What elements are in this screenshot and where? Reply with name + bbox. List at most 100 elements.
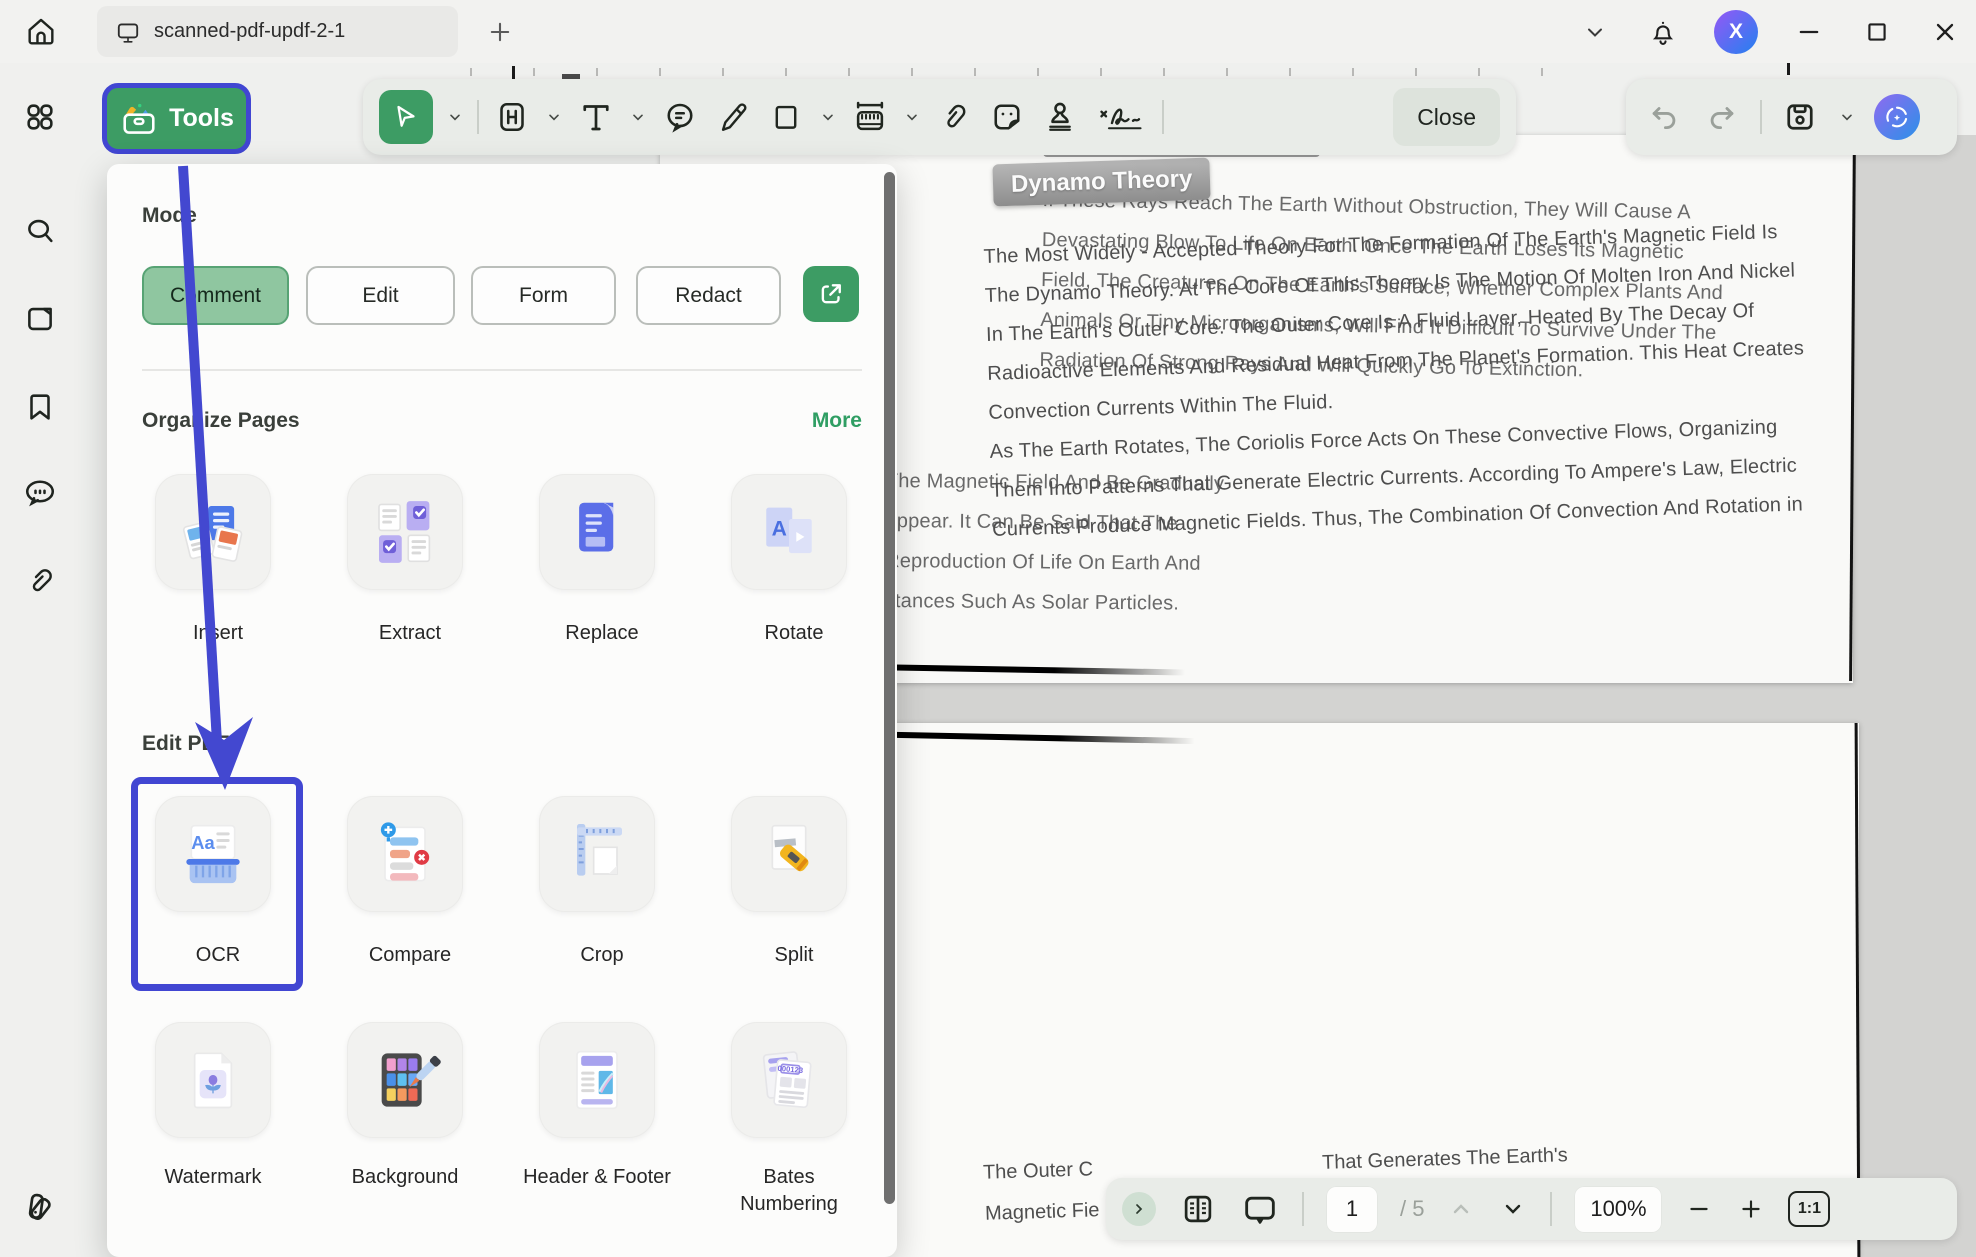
actual-size-button[interactable]: 1:1 (1788, 1191, 1830, 1227)
sidebar-item-appearance[interactable] (18, 1185, 62, 1229)
tile-split[interactable] (731, 796, 847, 912)
tile-header-footer[interactable] (539, 1022, 655, 1138)
zoom-in-button[interactable] (1736, 1189, 1766, 1229)
page-layout-button[interactable] (1178, 1189, 1218, 1229)
page-navigation-toolbar: 1 / 5 100% 1:1 (1106, 1178, 1957, 1240)
svg-text:A: A (772, 517, 787, 540)
previous-page-button[interactable] (1446, 1189, 1476, 1229)
split-icon (749, 814, 829, 894)
toolbar-separator (1760, 100, 1762, 134)
mode-form-button[interactable]: Form (471, 266, 616, 325)
user-avatar[interactable]: X (1714, 10, 1758, 54)
tile-insert[interactable] (155, 474, 271, 590)
note-tool-button[interactable] (660, 97, 700, 137)
sticker-tool-button[interactable] (987, 97, 1027, 137)
sidebar-item-bookmarks[interactable] (18, 385, 62, 429)
pen-icon (716, 100, 750, 134)
measure-tool-button[interactable] (850, 97, 890, 137)
redo-button[interactable] (1702, 97, 1742, 137)
tile-background[interactable] (347, 1022, 463, 1138)
stamp-tool-button[interactable] (1040, 97, 1080, 137)
sidebar-item-search[interactable] (18, 209, 62, 253)
select-tool-dropdown[interactable] (446, 97, 464, 137)
tile-label-crop: Crop (517, 942, 687, 969)
organize-section-title: Organize Pages (142, 409, 300, 433)
tile-label-watermark: Watermark (133, 1164, 293, 1191)
home-button[interactable] (18, 9, 64, 55)
organize-more-link[interactable]: More (812, 409, 862, 433)
zoom-level-input[interactable]: 100% (1574, 1186, 1662, 1233)
measure-icon (851, 98, 889, 136)
header-footer-icon (557, 1040, 637, 1120)
color-palette-icon (22, 1189, 58, 1225)
close-window-button[interactable] (1928, 15, 1962, 49)
tile-label-ocr: OCR (133, 942, 303, 969)
minimize-button[interactable] (1792, 15, 1826, 49)
section-heading-badge: Dynamo Theory (992, 158, 1211, 207)
document-tab[interactable]: scanned-pdf-updf-2-1 (97, 6, 458, 57)
svg-text:Aa: Aa (191, 832, 215, 853)
signature-tool-button[interactable] (1093, 97, 1149, 137)
mode-redact-button[interactable]: Redact (636, 266, 781, 325)
save-button[interactable] (1780, 97, 1820, 137)
page-number-input[interactable]: 1 (1326, 1186, 1378, 1233)
tile-bates-numbering[interactable]: 000123 (731, 1022, 847, 1138)
pen-tool-button[interactable] (713, 97, 753, 137)
expand-sidebar-button[interactable] (1122, 1192, 1156, 1226)
left-sidebar (0, 63, 80, 1257)
close-toolbar-button[interactable]: Close (1393, 88, 1500, 146)
toolbar-separator (477, 100, 479, 134)
toolbar-separator (1550, 1192, 1552, 1226)
tile-rotate[interactable]: A (731, 474, 847, 590)
presentation-button[interactable] (1240, 1189, 1280, 1229)
maximize-button[interactable] (1860, 15, 1894, 49)
text-tool-dropdown[interactable] (629, 97, 647, 137)
insert-pages-icon (174, 493, 252, 571)
attach-tool-button[interactable] (934, 97, 974, 137)
tile-replace[interactable] (539, 474, 655, 590)
cursor-icon (391, 102, 421, 132)
highlight-tool-button[interactable] (492, 97, 532, 137)
mode-edit-button[interactable]: Edit (306, 266, 455, 325)
annotation-toolbar: Close (363, 79, 1516, 155)
sidebar-item-attachments[interactable] (18, 559, 62, 603)
tile-label-extract: Extract (325, 620, 495, 647)
tile-ocr[interactable]: Aa (155, 796, 271, 912)
tools-button[interactable]: Tools (102, 83, 251, 154)
minus-icon (1686, 1196, 1712, 1222)
new-tab-button[interactable] (482, 14, 518, 50)
tile-crop[interactable] (539, 796, 655, 912)
maximize-icon (1864, 19, 1890, 45)
avatar-initial: X (1729, 20, 1743, 44)
highlight-tool-dropdown[interactable] (545, 97, 563, 137)
undo-button[interactable] (1644, 97, 1684, 137)
sidebar-item-launcher[interactable] (18, 95, 62, 139)
undo-icon (1647, 100, 1681, 134)
panel-scrollbar[interactable] (884, 172, 895, 1204)
measure-tool-dropdown[interactable] (903, 97, 921, 137)
notifications-button[interactable] (1646, 15, 1680, 49)
save-dropdown[interactable] (1838, 97, 1856, 137)
chevron-right-icon (1131, 1201, 1147, 1217)
shape-tool-button[interactable] (766, 97, 806, 137)
select-tool-button[interactable] (379, 90, 433, 144)
tile-label-header-footer: Header & Footer (522, 1164, 672, 1191)
ai-assistant-button[interactable] (1874, 94, 1920, 140)
sidebar-item-comments[interactable] (18, 471, 62, 515)
tile-extract[interactable] (347, 474, 463, 590)
next-page-button[interactable] (1498, 1189, 1528, 1229)
text-tool-button[interactable] (576, 97, 616, 137)
signature-icon (1095, 99, 1147, 135)
monitor-icon (115, 19, 141, 45)
tile-watermark[interactable] (155, 1022, 271, 1138)
tile-compare[interactable] (347, 796, 463, 912)
tabs-dropdown-button[interactable] (1578, 15, 1612, 49)
shape-tool-dropdown[interactable] (819, 97, 837, 137)
tile-label-bates-numbering: Bates Numbering (714, 1164, 864, 1218)
sidebar-item-thumbnails[interactable] (18, 297, 62, 341)
open-mode-external-button[interactable] (803, 266, 859, 322)
tools-panel: Mode Comment Edit Form Redact Organize P… (107, 164, 897, 1257)
zoom-out-button[interactable] (1684, 1189, 1714, 1229)
doc-text-fragment: Magnetic Fie (985, 1199, 1100, 1226)
mode-comment-button[interactable]: Comment (142, 266, 289, 325)
